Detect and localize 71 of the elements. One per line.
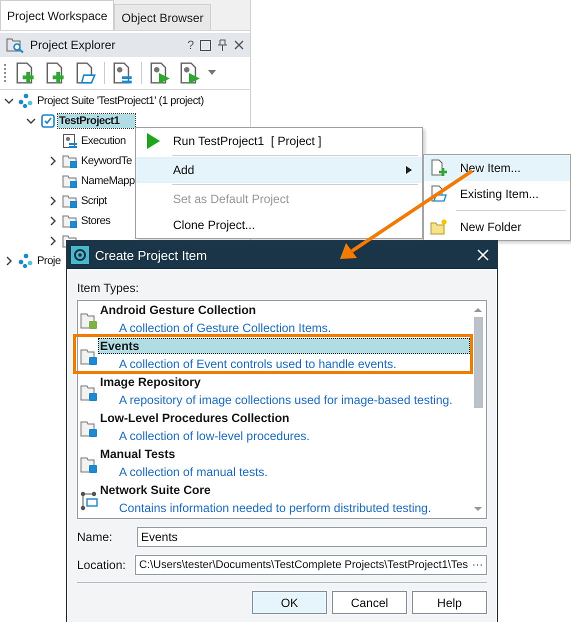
browse-button[interactable]: ···	[472, 559, 483, 571]
location-label: Location:	[77, 558, 127, 572]
item-type-description: A collection of Gesture Collection Items.	[118, 321, 332, 335]
tree-item[interactable]: KeywordTe	[80, 154, 133, 168]
search-icon	[6, 37, 24, 53]
tree-item[interactable]: Stores	[80, 214, 112, 228]
folder-icon	[62, 193, 78, 209]
dropdown-caret-icon[interactable]	[208, 70, 216, 76]
menu-item[interactable]: Clone Project...	[136, 212, 422, 238]
item-type-description: A collection of low-level procedures.	[118, 429, 311, 443]
folder-icon	[80, 311, 98, 331]
item-type-description: A collection of Event controls used to handle events.	[118, 357, 398, 371]
location-field[interactable]: C:\Users\tester\Documents\TestComplete Projects\TestProject1\Tes ···	[135, 555, 487, 575]
dialog-title: Create Project Item	[95, 248, 208, 262]
item-type-title[interactable]: Android Gesture Collection	[98, 302, 470, 318]
open-file-icon[interactable]	[74, 61, 98, 85]
dialog-button[interactable]: OK	[252, 591, 327, 614]
maximize-icon[interactable]	[200, 40, 211, 50]
name-label: Name:	[77, 530, 114, 544]
list-label: Item Types:	[77, 281, 140, 295]
menu-item[interactable]: Run TestProject1 [ Project ]	[136, 128, 422, 154]
play-icon	[144, 132, 162, 150]
tree-item[interactable]: NameMapp	[80, 174, 136, 188]
new-document-icon	[430, 159, 448, 177]
panel-title: Project Explorer	[30, 38, 116, 52]
name-field[interactable]: Events	[137, 527, 487, 547]
folder-icon	[62, 213, 78, 229]
submenu-arrow-icon	[406, 166, 412, 174]
menu-item[interactable]: New Item...	[424, 155, 570, 181]
menu-item[interactable]: New Folder	[424, 214, 570, 240]
open-document-icon	[430, 185, 448, 203]
folder-icon	[80, 383, 98, 403]
network-icon	[80, 491, 98, 511]
tree-item[interactable]: Script	[80, 194, 108, 208]
new-folder-icon	[430, 218, 448, 236]
suite-icon	[18, 93, 34, 109]
tree-item[interactable]: TestProject1	[58, 114, 136, 128]
item-type-description: Contains information needed to perform distributed testing.	[118, 501, 432, 515]
item-type-title[interactable]: Events	[98, 338, 470, 354]
folder-icon	[80, 419, 98, 439]
scroll-down-icon[interactable]	[474, 507, 482, 513]
tree-item[interactable]: Proje	[36, 254, 62, 268]
gear-icon	[71, 246, 89, 264]
suite-icon	[18, 253, 34, 269]
item-type-title[interactable]: Image Repository	[98, 374, 470, 390]
tree-item[interactable]: Execution	[80, 134, 127, 148]
run-icon[interactable]	[178, 61, 202, 85]
folder-icon	[62, 173, 78, 189]
tab[interactable]: Object Browser	[114, 4, 211, 30]
folder-icon	[62, 153, 78, 169]
item-type-title[interactable]: Network Suite Core	[98, 482, 470, 498]
project-icon	[40, 113, 56, 129]
item-type-description: A collection of manual tests.	[118, 465, 269, 479]
tab[interactable]: Project Workspace	[0, 0, 114, 30]
menu-item[interactable]: Add	[136, 157, 422, 183]
tree-item[interactable]: Project Suite 'TestProject1' (1 project)	[36, 94, 205, 108]
document-list-icon	[62, 133, 78, 149]
close-icon[interactable]	[234, 40, 244, 50]
item-type-description: A repository of image collections used for image-based testing.	[118, 393, 454, 407]
dialog-button[interactable]: Help	[412, 591, 487, 614]
dialog-button[interactable]: Cancel	[332, 591, 407, 614]
pin-icon[interactable]	[217, 39, 228, 51]
folder-icon	[80, 347, 98, 367]
scrollbar-thumb[interactable]	[474, 317, 482, 408]
item-type-title[interactable]: Manual Tests	[98, 446, 470, 462]
folder-icon	[80, 455, 98, 475]
run-icon[interactable]	[148, 61, 172, 85]
menu-item[interactable]: Existing Item...	[424, 181, 570, 207]
item-type-title[interactable]: Low-Level Procedures Collection	[98, 410, 470, 426]
help-button[interactable]: ?	[187, 38, 194, 52]
scroll-up-icon[interactable]	[474, 306, 482, 312]
